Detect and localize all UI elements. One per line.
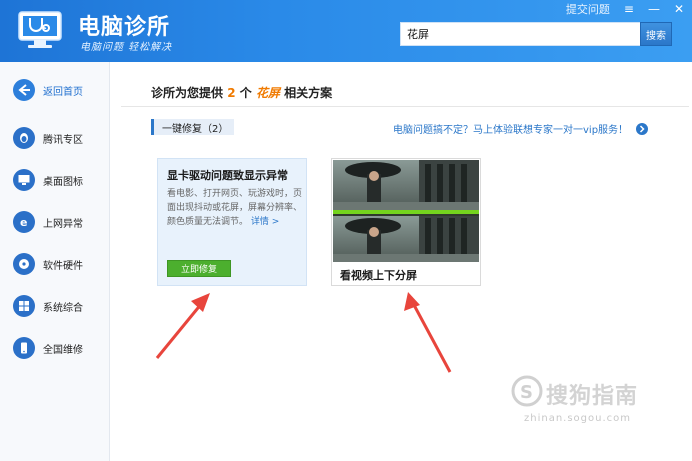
details-link[interactable]: 详情 >: [251, 217, 279, 227]
sogou-watermark: S 搜狗指南 zhinan.sogou.com: [510, 372, 690, 432]
monitor-icon: [13, 169, 35, 191]
menu-icon[interactable]: ≡: [624, 2, 634, 16]
search-bar: 搜索: [400, 22, 672, 46]
video-thumbnail-image: [333, 160, 479, 262]
result-keyword: 花屏: [255, 86, 280, 100]
sidebar-item-network[interactable]: e 上网异常: [0, 204, 110, 240]
back-arrow-icon: [13, 79, 35, 101]
app-subtitle: 电脑问题 轻松解决: [80, 42, 173, 53]
app-header: 电脑诊所 电脑问题 轻松解决 提交问题 ≡ — ✕ 搜索: [0, 0, 692, 62]
one-click-fix-tag: 一键修复（2）: [151, 119, 235, 135]
watermark-text: 搜狗指南: [546, 384, 639, 409]
window-controls: 提交问题 ≡ — ✕: [566, 0, 684, 18]
vip-promo-link[interactable]: 电脑问题搞不定？马上体验联想专家一对一vip服务！: [393, 121, 649, 136]
sidebar-item-label: 腾讯专区: [43, 134, 83, 146]
result-prefix: 诊所为您提供: [151, 86, 224, 100]
promo-text: 电脑问题搞不定？马上体验联想专家一对一vip服务！: [393, 125, 629, 136]
search-button[interactable]: 搜索: [640, 22, 672, 46]
card-description: 看电影、打开网页、玩游戏时，页面出现抖动或花屏，屏幕分辨率、颜色质量无法调节。 …: [167, 187, 303, 229]
sidebar-item-label: 全国维修: [43, 344, 83, 356]
sidebar-item-system[interactable]: 系统综合: [0, 288, 110, 324]
card-title: 显卡驱动问题致显示异常: [167, 169, 288, 182]
sidebar: 返回首页 腾讯专区 桌面图标 e 上网异常 软件硬件 系统综合 全国维修: [0, 62, 110, 461]
solution-card-video[interactable]: 看视频上下分屏: [331, 158, 481, 286]
sidebar-item-desktop-icons[interactable]: 桌面图标: [0, 162, 110, 198]
solution-card-driver[interactable]: 显卡驱动问题致显示异常 看电影、打开网页、玩游戏时，页面出现抖动或花屏，屏幕分辨…: [157, 158, 307, 286]
svg-text:e: e: [20, 216, 27, 229]
result-suffix: 相关方案: [284, 86, 333, 100]
qq-penguin-icon: [13, 127, 35, 149]
sidebar-item-software-hardware[interactable]: 软件硬件: [0, 246, 110, 282]
sogou-logo-icon: S: [511, 375, 543, 407]
card-title: 看视频上下分屏: [340, 269, 417, 282]
minimize-icon[interactable]: —: [648, 2, 660, 16]
result-count: 2: [227, 86, 236, 100]
result-unit: 个: [239, 86, 252, 100]
sidebar-item-home[interactable]: 返回首页: [0, 72, 110, 108]
result-heading: 诊所为您提供 2 个 花屏 相关方案: [151, 84, 332, 101]
sidebar-item-label: 桌面图标: [43, 176, 83, 188]
sidebar-item-label: 软件硬件: [43, 260, 83, 272]
windows-logo-icon: [13, 295, 35, 317]
svg-text:S: S: [520, 382, 533, 403]
app-title: 电脑诊所: [78, 15, 171, 40]
card-desc-text: 看电影、打开网页、玩游戏时，页面出现抖动或花屏，屏幕分辨率、颜色质量无法调节。: [167, 189, 303, 227]
sidebar-item-repair[interactable]: 全国维修: [0, 330, 110, 366]
search-input[interactable]: [400, 22, 640, 46]
ie-browser-icon: e: [13, 211, 35, 233]
submit-question-link[interactable]: 提交问题: [566, 1, 610, 17]
watermark-url: zhinan.sogou.com: [524, 413, 632, 424]
fix-now-button[interactable]: 立即修复: [167, 260, 231, 277]
clinic-logo-icon: [16, 8, 64, 50]
close-icon[interactable]: ✕: [674, 2, 684, 16]
sidebar-item-tencent[interactable]: 腾讯专区: [0, 120, 110, 156]
cd-disc-icon: [13, 253, 35, 275]
phone-icon: [13, 337, 35, 359]
sidebar-item-label: 系统综合: [43, 302, 83, 314]
arrow-right-icon: [636, 122, 649, 135]
sidebar-item-label: 上网异常: [43, 218, 83, 230]
sidebar-item-label: 返回首页: [43, 86, 83, 98]
divider: [121, 106, 689, 107]
